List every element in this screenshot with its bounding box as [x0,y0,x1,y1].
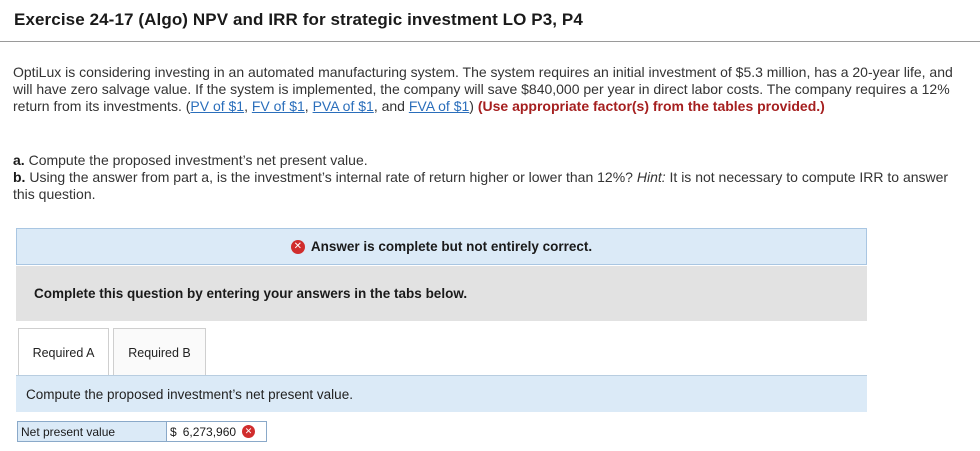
tab-required-a[interactable]: Required A [18,328,109,376]
question-b-text: Using the answer from part a, is the inv… [25,169,637,185]
tab-bar: Required A Required B [18,328,206,376]
instruction-text: Complete this question by entering your … [34,286,468,301]
questions-block: a. Compute the proposed investment’s net… [13,152,963,203]
required-a-prompt-box: Compute the proposed investment’s net pr… [16,376,867,412]
question-b-label: b. [13,169,26,185]
link-fva-of-1[interactable]: FVA of $1 [409,98,469,114]
npv-input[interactable]: $ 6,273,960 ✕ [167,421,267,442]
tab-label: Required A [32,345,95,360]
separator: , [244,98,252,114]
required-a-prompt: Compute the proposed investment’s net pr… [26,386,353,402]
question-a-text: Compute the proposed investment’s net pr… [24,152,368,168]
close-paren: ) [469,98,478,114]
instruction-box: Complete this question by entering your … [16,266,867,321]
question-a-label: a. [13,152,25,168]
tab-required-b[interactable]: Required B [113,328,206,376]
separator: , [304,98,313,114]
separator: , and [373,98,409,114]
tab-label: Required B [128,345,191,360]
npv-field-label: Net present value [17,421,167,442]
answer-status-text: Answer is complete but not entirely corr… [310,239,593,254]
question-b: b. Using the answer from part a, is the … [13,169,963,203]
factor-warning: (Use appropriate factor(s) from the tabl… [477,98,825,114]
link-pva-of-1[interactable]: PVA of $1 [313,98,374,114]
exercise-page: Exercise 24-17 (Algo) NPV and IRR for st… [0,0,980,451]
x-circle-icon: ✕ [290,239,305,254]
question-a: a. Compute the proposed investment’s net… [13,152,963,169]
title-divider [0,41,980,42]
x-circle-icon: ✕ [242,425,256,438]
answer-status-banner: ✕ Answer is complete but not entirely co… [16,228,867,265]
currency-symbol: $ [170,424,177,439]
page-title: Exercise 24-17 (Algo) NPV and IRR for st… [14,10,583,29]
npv-value: 6,273,960 [182,424,237,439]
problem-statement: OptiLux is considering investing in an a… [13,64,963,115]
npv-answer-row: Net present value $ 6,273,960 ✕ [17,421,267,442]
hint-label: Hint: [636,169,666,185]
link-fv-of-1[interactable]: FV of $1 [252,98,305,114]
link-pv-of-1[interactable]: PV of $1 [190,98,244,114]
